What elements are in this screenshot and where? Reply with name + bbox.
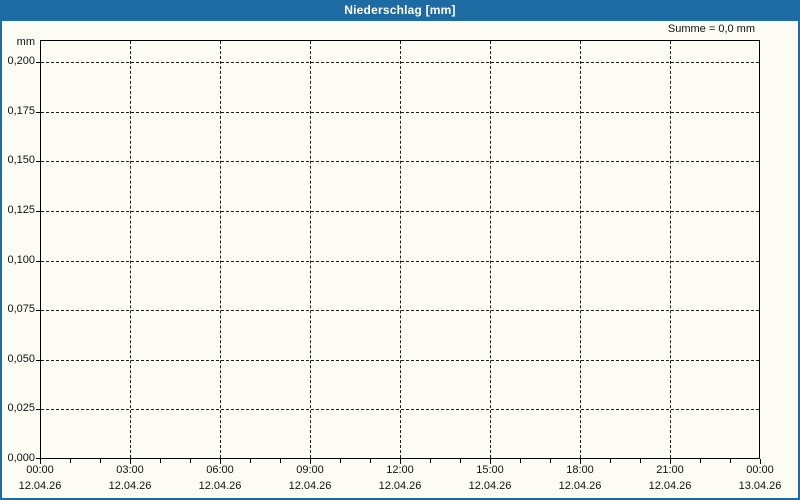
x-axis-time-label: 03:00	[116, 464, 144, 476]
x-axis-minor-tick	[340, 459, 341, 463]
x-axis-minor-tick	[520, 459, 521, 463]
x-axis-major-tick	[400, 459, 401, 464]
x-axis-time-label: 09:00	[296, 464, 324, 476]
x-axis-minor-tick	[280, 459, 281, 463]
y-axis-tick-label: 0,200	[7, 55, 35, 67]
x-axis-time-label: 12:00	[386, 464, 414, 476]
y-axis-tick	[36, 261, 40, 262]
v-gridline	[490, 41, 491, 458]
y-axis-tick	[36, 112, 40, 113]
x-axis-minor-tick	[460, 459, 461, 463]
x-axis-major-tick	[40, 459, 41, 464]
y-axis-tick-label: 0,025	[7, 402, 35, 414]
v-gridline	[400, 41, 401, 458]
chart-window: Niederschlag [mm] Summe = 0,0 mm mm 00:0…	[0, 0, 800, 500]
v-gridline	[580, 41, 581, 458]
v-gridline	[310, 41, 311, 458]
x-axis-date-label: 12.04.26	[198, 480, 242, 492]
x-axis-time-label: 15:00	[476, 464, 504, 476]
y-axis-tick-label: 0,175	[7, 105, 35, 117]
x-axis-time-label: 00:00	[746, 464, 774, 476]
x-axis-date-label: 12.04.26	[108, 480, 152, 492]
x-axis-date-label: 12.04.26	[468, 480, 512, 492]
plot-area	[40, 40, 760, 459]
y-axis-tick	[36, 211, 40, 212]
x-axis-date-label: 12.04.26	[648, 480, 692, 492]
x-axis-minor-tick	[190, 459, 191, 463]
y-axis-tick-label: 0,125	[7, 204, 35, 216]
x-axis-minor-tick	[430, 459, 431, 463]
x-axis-major-tick	[310, 459, 311, 464]
x-axis-minor-tick	[550, 459, 551, 463]
chart-title-bar: Niederschlag [mm]	[0, 0, 800, 21]
sum-label: Summe = 0,0 mm	[667, 23, 755, 35]
y-axis-tick	[36, 161, 40, 162]
x-axis-minor-tick	[640, 459, 641, 463]
x-axis-time-label: 00:00	[26, 464, 54, 476]
x-axis-date-label: 12.04.26	[378, 480, 422, 492]
v-gridline	[130, 41, 131, 458]
x-axis-minor-tick	[70, 459, 71, 463]
x-axis-minor-tick	[160, 459, 161, 463]
x-axis-minor-tick	[100, 459, 101, 463]
x-axis-time-label: 06:00	[206, 464, 234, 476]
x-axis-minor-tick	[730, 459, 731, 463]
x-axis-time-label: 18:00	[566, 464, 594, 476]
x-axis-date-label: 12.04.26	[18, 480, 62, 492]
x-axis-minor-tick	[700, 459, 701, 463]
x-axis-date-label: 12.04.26	[558, 480, 602, 492]
x-axis-major-tick	[130, 459, 131, 464]
x-axis-time-label: 21:00	[656, 464, 684, 476]
v-gridline	[670, 41, 671, 458]
x-axis-major-tick	[580, 459, 581, 464]
x-axis-date-label: 12.04.26	[288, 480, 332, 492]
x-axis-major-tick	[760, 459, 761, 464]
x-axis-major-tick	[490, 459, 491, 464]
y-axis-tick-label: 0,050	[7, 353, 35, 365]
y-axis-tick	[36, 409, 40, 410]
x-axis-minor-tick	[250, 459, 251, 463]
y-axis-tick	[36, 310, 40, 311]
y-axis-tick-label: 0,100	[7, 254, 35, 266]
y-axis-tick	[36, 360, 40, 361]
x-axis-minor-tick	[370, 459, 371, 463]
y-axis-unit-label: mm	[16, 36, 35, 48]
x-axis-major-tick	[670, 459, 671, 464]
v-gridline	[220, 41, 221, 458]
x-axis-major-tick	[220, 459, 221, 464]
x-axis-minor-tick	[610, 459, 611, 463]
y-axis-tick	[36, 62, 40, 63]
y-axis-tick-label: 0,075	[7, 303, 35, 315]
y-axis-tick-label: 0,150	[7, 154, 35, 166]
y-axis-tick-label: 0,000	[7, 452, 35, 464]
x-axis-date-label: 13.04.26	[738, 480, 782, 492]
